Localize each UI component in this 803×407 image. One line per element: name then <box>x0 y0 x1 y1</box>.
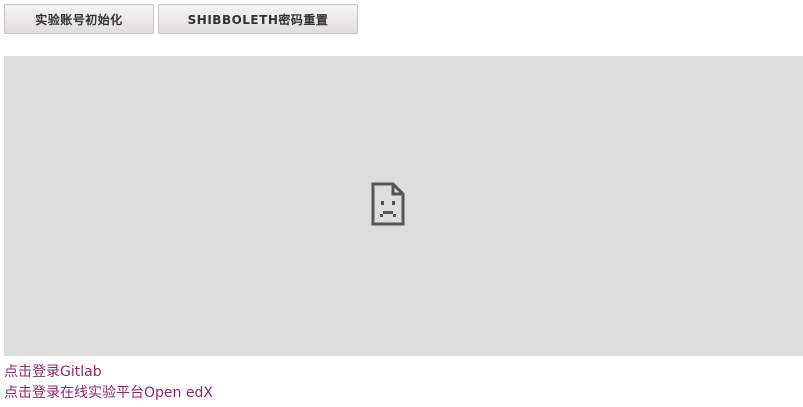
broken-page-icon <box>371 182 405 226</box>
init-account-button[interactable]: 实验账号初始化 <box>4 4 154 34</box>
openedx-login-link[interactable]: 点击登录在线实验平台Open edX <box>4 383 213 404</box>
gitlab-login-link[interactable]: 点击登录Gitlab <box>4 362 213 383</box>
shibboleth-reset-button[interactable]: SHIBBOLETH密码重置 <box>158 4 358 34</box>
embedded-frame <box>4 56 803 356</box>
login-links: 点击登录Gitlab 点击登录在线实验平台Open edX <box>4 362 213 404</box>
